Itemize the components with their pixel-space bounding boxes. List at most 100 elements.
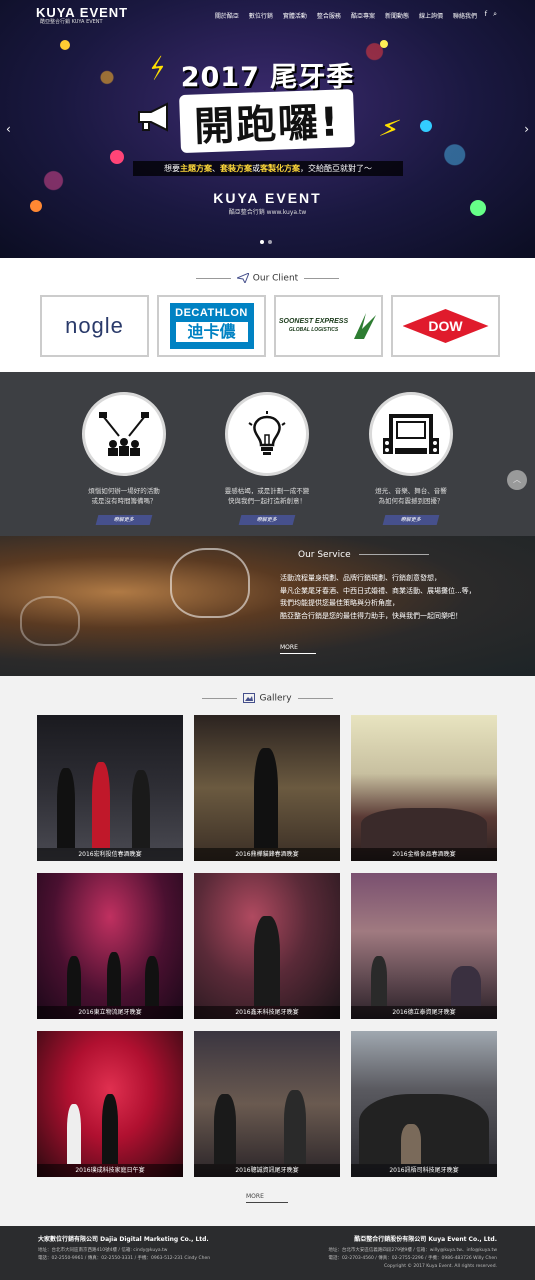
service-line: 活動流程量身規劃、品牌行銷規劃、行銷創意發想， [280,574,441,582]
nav-menu: 關於酷亞 數位行銷 實體活動 整合服務 酷亞專案 新聞動態 線上詢價 聯絡我們 [215,11,477,20]
gallery-item[interactable]: 2016聰誠資訊尾牙晚宴 [194,1031,340,1177]
photo-figure [254,748,278,848]
footer-company-left: 大家數位行銷有限公司 Dajia Digital Marketing Co., … [38,1234,258,1263]
photo-figure [145,956,159,1006]
feature-desc: 煩惱如何辦一場好的活動 或是沒有時間籌備嗎？ [64,486,184,506]
photo-figure [57,768,75,848]
paper-plane-icon [236,273,249,283]
search-icon[interactable]: ⌕ [493,10,497,19]
gallery-item[interactable]: 2016璞成科技家庭日午宴 [37,1031,183,1177]
photo-figure [401,1124,421,1164]
lightbulb-icon [248,411,286,455]
gallery-item[interactable]: 2016鑫禾科技尾牙晚宴 [194,873,340,1019]
feature-desc-line: 燈光、音樂、舞台、音響 [375,487,447,495]
nogle-logo: nogle [65,313,124,338]
tagline-text: 想要 [164,164,180,173]
client-title-text: Our Client [252,273,299,284]
soonest-logo-tagline: GLOBAL LOGISTICS [288,327,339,333]
client-section-title: Our Client [0,273,535,284]
gallery-item[interactable]: 2016東立物流尾牙晚宴 [37,873,183,1019]
client-logo-dow[interactable]: DOW [391,295,500,357]
footer-phone: 電話：02-2550-9961 / 傳真：02-2550-3331 / 手機：0… [38,1256,211,1261]
gallery-caption: 2016東立物流尾牙晚宴 [37,1006,183,1019]
carousel-dot[interactable] [268,240,272,244]
hero-headline: 開跑囉! [0,88,535,154]
scroll-to-top-button[interactable]: ︿ [507,470,527,490]
tagline-text: 或 [252,164,260,173]
soonest-logo-name: SOONEST EXPRESS [278,318,349,325]
footer-copyright: Copyright © 2017 Kuya Event. All rights … [384,1264,497,1269]
soonest-swoosh-icon [354,313,377,339]
feature-desc-line: 煩惱如何辦一場好的活動 [88,487,160,495]
feature-card: 靈感枯竭，或是計劃一成不變 快與我們一起打造新創意！ 瞭解更多 [207,392,327,525]
wine-glass-image [170,548,250,618]
gallery-caption: 2016訊梧司科技尾牙晚宴 [351,1164,497,1177]
learn-more-button[interactable]: 瞭解更多 [95,515,153,525]
nav-icons: f ⌕ [485,10,497,19]
site-logo-subtitle: 酷亞整合行銷 KUYA EVENT [40,19,103,25]
gallery-item[interactable]: 2016宏利投信春酒晚宴 [37,715,183,861]
photo-figure [102,1094,118,1164]
feature-desc-line: 為如何有震撼到困擾？ [378,497,444,505]
carousel-next-icon[interactable]: › [524,122,529,136]
service-description: 活動流程量身規劃、品牌行銷規劃、行銷創意發想， 舉凡企業尾牙春酒、中西日式婚禮、… [280,572,500,622]
gallery-item[interactable]: 2016德立泰資尾牙晚宴 [351,873,497,1019]
learn-more-button[interactable]: 瞭解更多 [382,515,440,525]
photo-figure [254,916,280,1006]
feature-desc: 靈感枯竭，或是計劃一成不變 快與我們一起打造新創意！ [207,486,327,506]
learn-more-button[interactable]: 瞭解更多 [238,515,296,525]
tagline-highlight: 套裝方案 [220,164,252,173]
photo-figure [67,1104,81,1164]
feature-card: 燈光、音樂、舞台、音響 為如何有震撼到困擾？ 瞭解更多 [351,392,471,525]
gallery-item[interactable]: 2016鼎樺貓鋒春酒晚宴 [194,715,340,861]
top-navigation: KUYA EVENT 酷亞整合行銷 KUYA EVENT 關於酷亞 數位行銷 實… [0,0,535,28]
nav-item-projects[interactable]: 酷亞專案 [351,11,375,20]
nav-item-quote[interactable]: 線上詢價 [419,11,443,20]
nav-item-contact[interactable]: 聯絡我們 [453,11,477,20]
footer-company-right: 酷亞整合行銷股份有限公司 Kuya Event Co., Ltd. 地址：台北市… [257,1234,497,1271]
carousel-dot[interactable] [260,240,264,244]
feature-icon-circle [369,392,453,476]
confetti [380,40,388,48]
service-title-text: Our Service [298,550,351,560]
nav-item-about[interactable]: 關於酷亞 [215,11,239,20]
gallery-caption: 2016璞成科技家庭日午宴 [37,1164,183,1177]
feature-desc-line: 快與我們一起打造新創意！ [228,497,306,505]
nav-item-news[interactable]: 新聞動態 [385,11,409,20]
client-logo-decathlon[interactable]: DECATHLON 迪卡儂 [157,295,266,357]
feature-card: 煩惱如何辦一場好的活動 或是沒有時間籌備嗎？ 瞭解更多 [64,392,184,525]
feature-icon-circle [82,392,166,476]
gallery-more-link[interactable]: MORE [246,1193,288,1203]
feature-icon-circle [225,392,309,476]
gallery-section-title: Gallery [0,693,535,704]
facebook-icon[interactable]: f [485,10,487,19]
wine-glass-image [20,596,80,646]
hero-brand-subtitle: 酷亞整合行銷 www.kuya.tw [228,209,307,216]
photo-figure [451,966,481,1006]
hero-tagline: 想要主題方案、套裝方案或客製化方案，交給酷亞就對了～ [133,161,403,176]
photo-figure [92,762,110,848]
feature-desc: 燈光、音樂、舞台、音響 為如何有震撼到困擾？ [351,486,471,506]
gallery-item[interactable]: 2016訊梧司科技尾牙晚宴 [351,1031,497,1177]
photo-figure [214,1094,236,1164]
confetti [110,150,124,164]
gallery-item[interactable]: 2016金格食品春酒晚宴 [351,715,497,861]
decathlon-logo-en: DECATHLON [175,307,248,319]
client-logo-nogle[interactable]: nogle [40,295,149,357]
service-more-link[interactable]: MORE [280,644,316,654]
photo-figure [284,1090,306,1164]
footer-phone: 電話：02-2703-4560 / 傳真：02-2755-2296 / 手機：0… [328,1256,497,1261]
nav-item-services[interactable]: 整合服務 [317,11,341,20]
stage-spotlight-icon [99,412,149,456]
gallery-icon [243,693,256,703]
nav-item-events[interactable]: 實體活動 [283,11,307,20]
tagline-highlight: 主題方案 [180,164,212,173]
soonest-logo-text: SOONEST EXPRESS GLOBAL LOGISTICS [279,317,348,335]
gallery-caption: 2016聰誠資訊尾牙晚宴 [194,1164,340,1177]
gallery-caption: 2016宏利投信春酒晚宴 [37,848,183,861]
service-line: 舉凡企業尾牙春酒、中西日式婚禮、商業活動、展場攤位...等， [280,586,476,595]
carousel-prev-icon[interactable]: ‹ [6,122,11,136]
gallery-caption: 2016鑫禾科技尾牙晚宴 [194,1006,340,1019]
nav-item-digital[interactable]: 數位行銷 [249,11,273,20]
client-logo-soonest[interactable]: SOONEST EXPRESS GLOBAL LOGISTICS [274,295,383,357]
